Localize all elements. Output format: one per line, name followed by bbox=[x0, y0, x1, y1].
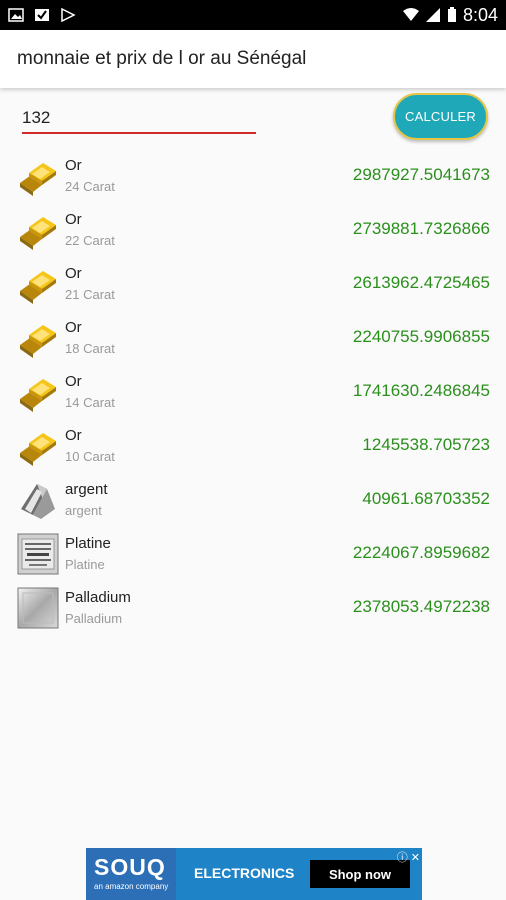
price-value: 40961.68703352 bbox=[362, 489, 490, 508]
metal-name: Palladium bbox=[65, 589, 131, 606]
price-list: Or 24 Carat 2987927.5041673 Or 22 Carat 27398… bbox=[0, 148, 506, 634]
gold-bar-icon bbox=[17, 263, 59, 305]
price-value: 2613962.4725465 bbox=[352, 273, 490, 292]
metal-name: Or bbox=[65, 427, 82, 444]
price-row[interactable]: Platine Platine 2224067.8959682 bbox=[0, 526, 506, 580]
silver-bar-icon bbox=[17, 479, 59, 521]
price-row[interactable]: argent argent 40961.68703352 bbox=[0, 472, 506, 526]
price-row[interactable]: Or 21 Carat 2613962.4725465 bbox=[0, 256, 506, 310]
app-title: monnaie et prix de l or au Sénégal bbox=[17, 48, 307, 69]
ad-banner[interactable]: SOUQ an amazon company ELECTRONICS Shop … bbox=[86, 848, 422, 900]
price-row[interactable]: Or 22 Carat 2739881.7326866 bbox=[0, 202, 506, 256]
price-row[interactable]: Or 10 Carat 1245538.705723 bbox=[0, 418, 506, 472]
price-row[interactable]: Or 18 Carat 2240755.9906855 bbox=[0, 310, 506, 364]
metal-name: Or bbox=[65, 319, 82, 336]
price-value: 1245538.705723 bbox=[362, 435, 490, 454]
play-store-icon bbox=[61, 8, 76, 22]
calculator-form: CALCULER bbox=[0, 88, 506, 148]
price-value: 1741630.2486845 bbox=[352, 381, 490, 400]
price-row[interactable]: Palladium Palladium 2378053.4972238 bbox=[0, 580, 506, 634]
amount-input[interactable] bbox=[22, 104, 256, 134]
metal-detail: 10 Carat bbox=[65, 449, 115, 464]
app-bar: monnaie et prix de l or au Sénégal bbox=[0, 30, 506, 88]
ad-category: ELECTRONICS bbox=[194, 865, 295, 881]
palladium-bar-icon bbox=[17, 587, 59, 629]
price-row[interactable]: Or 24 Carat 2987927.5041673 bbox=[0, 148, 506, 202]
metal-name: Or bbox=[65, 157, 82, 174]
gold-bar-icon bbox=[17, 425, 59, 467]
ad-shop-now-button[interactable]: Shop now bbox=[310, 860, 410, 888]
metal-name: Platine bbox=[65, 535, 111, 552]
gold-bar-icon bbox=[17, 209, 59, 251]
metal-detail: 18 Carat bbox=[65, 341, 115, 356]
calculate-button[interactable]: CALCULER bbox=[393, 93, 488, 140]
wifi-icon bbox=[402, 8, 419, 21]
platinum-bar-icon bbox=[17, 533, 59, 575]
price-value: 2224067.8959682 bbox=[352, 543, 490, 562]
gold-bar-icon bbox=[17, 155, 59, 197]
price-value: 2378053.4972238 bbox=[352, 597, 490, 616]
price-value: 2240755.9906855 bbox=[352, 327, 490, 346]
metal-detail: Palladium bbox=[65, 611, 123, 626]
metal-detail: Platine bbox=[65, 557, 105, 572]
signal-icon bbox=[425, 8, 440, 22]
metal-name: argent bbox=[65, 481, 108, 498]
ad-close-icon[interactable]: ⓘ ✕ bbox=[397, 849, 420, 865]
metal-detail: 22 Carat bbox=[65, 233, 115, 248]
status-bar: 8:04 bbox=[0, 0, 506, 30]
metal-name: Or bbox=[65, 373, 82, 390]
gold-bar-icon bbox=[17, 317, 59, 359]
ad-brand-sub: an amazon company bbox=[94, 882, 169, 891]
metal-name: Or bbox=[65, 211, 82, 228]
price-row[interactable]: Or 14 Carat 1741630.2486845 bbox=[0, 364, 506, 418]
ad-brand-logo[interactable]: SOUQ an amazon company bbox=[86, 848, 176, 900]
metal-detail: 24 Carat bbox=[65, 179, 115, 194]
image-icon bbox=[8, 8, 24, 22]
ad-brand-name: SOUQ bbox=[94, 854, 166, 880]
price-value: 2987927.5041673 bbox=[352, 165, 490, 184]
check-icon bbox=[35, 9, 49, 21]
battery-icon bbox=[447, 7, 456, 22]
metal-detail: 14 Carat bbox=[65, 395, 115, 410]
status-time: 8:04 bbox=[462, 4, 498, 25]
gold-bar-icon bbox=[17, 371, 59, 413]
metal-name: Or bbox=[65, 265, 82, 282]
metal-detail: 21 Carat bbox=[65, 287, 115, 302]
metal-detail: argent bbox=[65, 503, 102, 518]
price-value: 2739881.7326866 bbox=[352, 219, 490, 238]
